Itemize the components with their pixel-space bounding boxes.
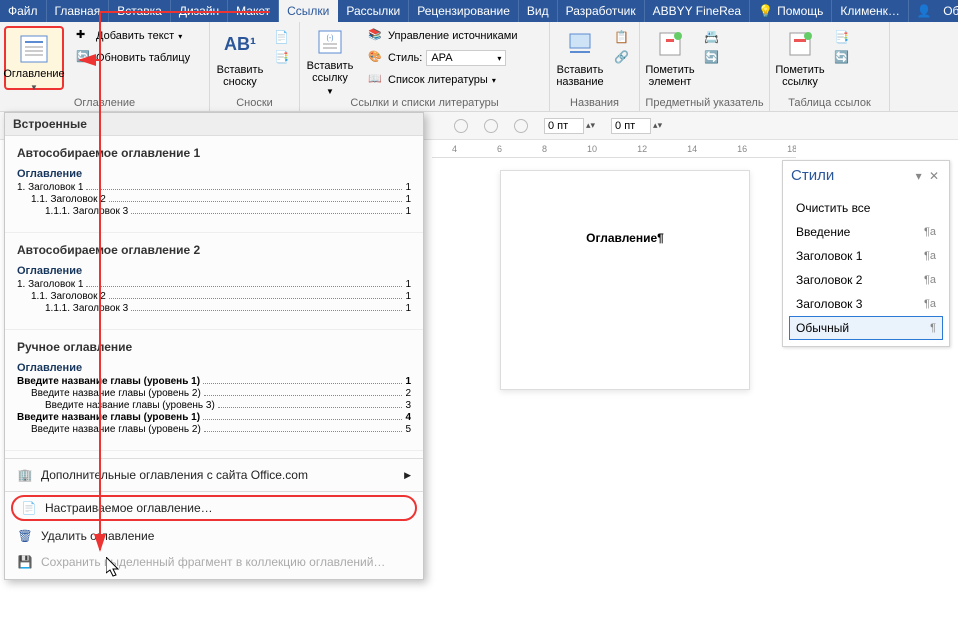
remove-toc[interactable]: 🗑 Удалить оглавление xyxy=(5,523,423,549)
tab-design[interactable]: Дизайн xyxy=(171,0,228,22)
tab-layout[interactable]: Макет xyxy=(228,0,279,22)
style-item[interactable]: Очистить все xyxy=(789,196,943,220)
gallery-item-auto1[interactable]: Автособираемое оглавление 1 Оглавление1.… xyxy=(5,136,423,233)
group-label-toa: Таблица ссылок xyxy=(770,97,889,109)
toc-gallery: Встроенные Автособираемое оглавление 1 О… xyxy=(4,112,424,580)
spacing-before[interactable]: ▴▾ xyxy=(544,118,595,134)
tab-review[interactable]: Рецензирование xyxy=(409,0,519,22)
chevron-down-icon: ▾ xyxy=(178,32,182,41)
insert-caption-button[interactable]: Вставить название xyxy=(550,22,610,94)
style-item[interactable]: Заголовок 1¶a xyxy=(789,244,943,268)
tab-home[interactable]: Главная xyxy=(47,0,110,22)
mark-citation-icon xyxy=(784,28,816,60)
tab-file[interactable]: Файл xyxy=(0,0,47,22)
styles-pane: Стили ▾ ✕ Очистить всеВведение¶aЗаголово… xyxy=(782,160,950,347)
pane-dropdown-icon[interactable]: ▾ xyxy=(916,169,924,183)
custom-toc[interactable]: 📄 Настраиваемое оглавление… xyxy=(11,495,417,521)
citation-style-select[interactable]: 🎨 Стиль: APA▾ xyxy=(362,48,523,68)
gallery-item-auto2[interactable]: Автособираемое оглавление 2 Оглавление1.… xyxy=(5,233,423,330)
insert-tof-icon[interactable]: 📋 xyxy=(612,28,631,46)
spacing-after[interactable]: ▴▾ xyxy=(611,118,662,134)
tab-user[interactable]: Клименк… xyxy=(832,0,909,22)
style-item[interactable]: Введение¶a xyxy=(789,220,943,244)
insert-index-icon[interactable]: 📇 xyxy=(702,28,721,46)
citation-icon: (-) xyxy=(314,28,346,56)
tab-references[interactable]: Ссылки xyxy=(279,0,338,22)
update-index-icon[interactable]: 🔄 xyxy=(702,48,721,66)
align-option[interactable] xyxy=(484,119,498,133)
save-selection-toc: 💾 Сохранить выделенный фрагмент в коллек… xyxy=(5,549,423,575)
mark-citation-button[interactable]: Пометить ссылку xyxy=(770,22,830,94)
gallery-item-manual[interactable]: Ручное оглавление ОглавлениеВведите назв… xyxy=(5,330,423,451)
update-table-button[interactable]: 🔄 Обновить таблицу xyxy=(70,48,196,68)
custom-toc-icon: 📄 xyxy=(21,500,37,516)
align-option[interactable] xyxy=(514,119,528,133)
update-toa-icon[interactable]: 🔄 xyxy=(832,48,851,66)
style-item[interactable]: Заголовок 3¶a xyxy=(789,292,943,316)
footnote-icon: AB¹ xyxy=(224,28,256,60)
style-icon: 🎨 xyxy=(368,50,384,66)
tab-share[interactable]: 👤 Общий доступ xyxy=(909,0,958,22)
close-icon[interactable]: ✕ xyxy=(929,169,941,183)
horizontal-ruler[interactable]: 4681012141618 xyxy=(432,140,796,158)
style-item[interactable]: Обычный¶ xyxy=(789,316,943,340)
lightbulb-icon: 💡 xyxy=(758,4,773,18)
svg-text:(-): (-) xyxy=(327,35,334,42)
cross-ref-icon[interactable]: 🔗 xyxy=(612,48,631,66)
toc-button-label: Оглавление xyxy=(3,68,64,80)
ribbon: Оглавление ▼ ✚ Добавить текст ▾ 🔄 Обнови… xyxy=(0,22,958,112)
tab-mailings[interactable]: Рассылки xyxy=(338,0,409,22)
office-icon: 🏢 xyxy=(17,467,33,483)
save-icon: 💾 xyxy=(17,554,33,570)
chevron-down-icon: ▼ xyxy=(326,88,334,97)
group-label-toc: Оглавление xyxy=(0,97,209,109)
ribbon-tabs: Файл Главная Вставка Дизайн Макет Ссылки… xyxy=(0,0,958,22)
bibliography-icon: 📖 xyxy=(368,72,384,88)
refresh-icon: 🔄 xyxy=(76,50,92,66)
footnote-show-icon[interactable]: 📑 xyxy=(272,48,291,66)
chevron-down-icon: ▼ xyxy=(30,84,38,93)
group-label-index: Предметный указатель xyxy=(640,97,769,109)
footnote-next-icon[interactable]: 📄 xyxy=(272,28,291,46)
doc-heading: Оглавление¶ xyxy=(501,171,749,305)
more-toc-online[interactable]: 🏢 Дополнительные оглавления с сайта Offi… xyxy=(5,462,423,488)
add-text-icon: ✚ xyxy=(76,28,92,44)
tab-view[interactable]: Вид xyxy=(519,0,558,22)
tab-abbyy[interactable]: ABBYY FineRea xyxy=(645,0,751,22)
mark-entry-button[interactable]: Пометить элемент xyxy=(640,22,700,94)
share-icon: 👤 xyxy=(917,4,932,18)
style-item[interactable]: Заголовок 2¶a xyxy=(789,268,943,292)
group-label-captions: Названия xyxy=(550,97,639,109)
sources-icon: 📚 xyxy=(368,28,384,44)
insert-citation-button[interactable]: (-) Вставить ссылку ▼ xyxy=(300,22,360,94)
align-option[interactable] xyxy=(454,119,468,133)
toc-button[interactable]: Оглавление ▼ xyxy=(4,26,64,90)
insert-toa-icon[interactable]: 📑 xyxy=(832,28,851,46)
styles-pane-title: Стили xyxy=(791,167,834,184)
spacing-after-input[interactable] xyxy=(611,118,651,134)
document-page[interactable]: Оглавление¶ xyxy=(500,170,750,390)
bibliography-button[interactable]: 📖 Список литературы ▾ xyxy=(362,70,523,90)
spacing-before-input[interactable] xyxy=(544,118,584,134)
group-label-footnotes: Сноски xyxy=(210,97,299,109)
tab-developer[interactable]: Разработчик xyxy=(558,0,645,22)
caption-icon xyxy=(564,28,596,60)
toc-icon xyxy=(18,34,50,64)
gallery-header: Встроенные xyxy=(5,113,423,136)
add-text-button[interactable]: ✚ Добавить текст ▾ xyxy=(70,26,196,46)
tab-insert[interactable]: Вставка xyxy=(109,0,171,22)
chevron-right-icon: ▶ xyxy=(404,470,411,481)
group-label-citations: Ссылки и списки литературы xyxy=(300,97,549,109)
remove-icon: 🗑 xyxy=(17,528,33,544)
mark-entry-icon xyxy=(654,28,686,60)
chevron-down-icon: ▾ xyxy=(492,76,496,85)
manage-sources-button[interactable]: 📚 Управление источниками xyxy=(362,26,523,46)
insert-footnote-button[interactable]: AB¹ Вставить сноску xyxy=(210,22,270,94)
chevron-down-icon: ▾ xyxy=(497,54,501,63)
tab-tellme[interactable]: 💡Помощь xyxy=(750,0,832,22)
